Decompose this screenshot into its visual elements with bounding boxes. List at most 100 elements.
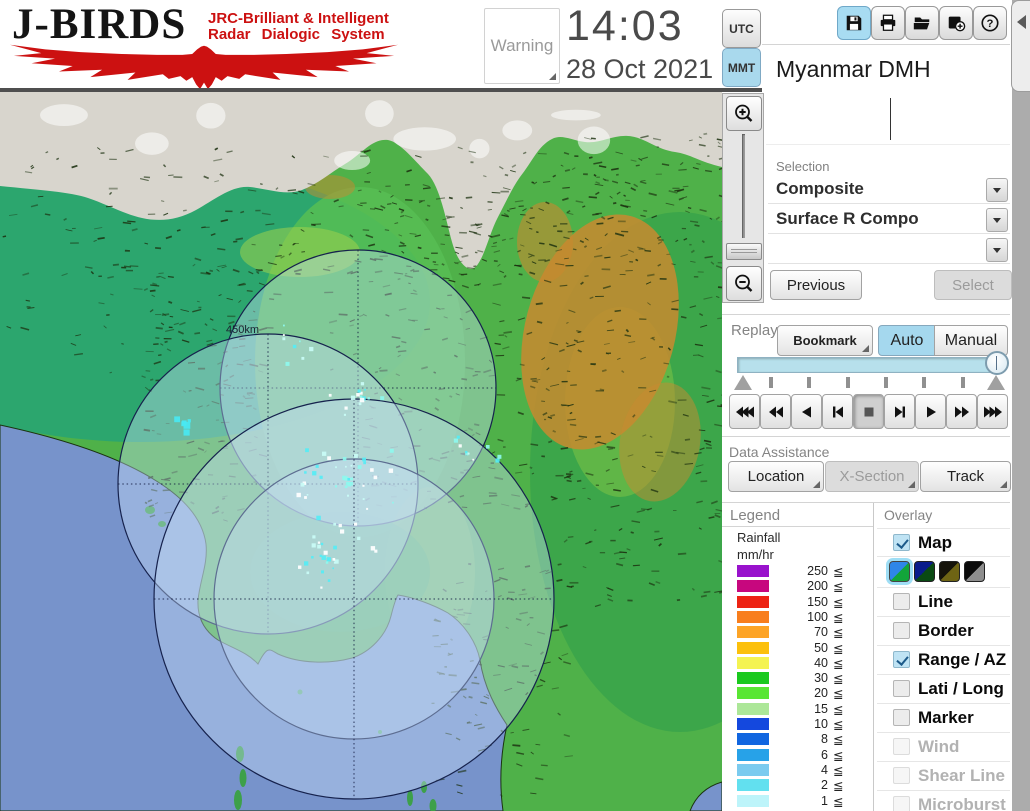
playback-fast-forward-button[interactable]	[946, 394, 977, 429]
zoom-in-button[interactable]	[726, 96, 762, 131]
legend-lte-symbol: ≦	[833, 565, 844, 579]
open-file-button[interactable]	[905, 6, 939, 40]
overlay-item-line[interactable]: Line	[877, 587, 1010, 617]
playback-jump-to-end-button[interactable]	[977, 394, 1008, 429]
select-button[interactable]: Select	[934, 270, 1012, 300]
map-style-black-gray[interactable]	[964, 561, 985, 582]
range-az-checkbox[interactable]	[893, 651, 910, 668]
playback-step-backward-button[interactable]	[822, 394, 853, 429]
legend-lte-symbol: ≦	[833, 611, 844, 625]
dropdown-product-option[interactable]	[768, 236, 1010, 264]
map-zoom-control	[722, 93, 764, 303]
overlay-item-label: Border	[918, 621, 974, 640]
utc-timezone-button[interactable]: UTC	[722, 9, 761, 48]
location-button[interactable]: Location	[728, 461, 824, 492]
microburst-checkbox[interactable]	[893, 796, 910, 811]
legend-value: 40	[814, 656, 828, 670]
help-icon: ?	[981, 14, 999, 32]
overlay-item-range-az[interactable]: Range / AZ	[877, 645, 1010, 675]
help-button[interactable]: ?	[973, 6, 1007, 40]
map-style-blue-green[interactable]	[889, 561, 910, 582]
overlay-item-label: Marker	[918, 708, 974, 727]
legend-value: 6	[821, 748, 828, 762]
print-button[interactable]	[871, 6, 905, 40]
legend-swatch	[737, 718, 769, 730]
legend-lte-symbol: ≦	[833, 795, 844, 809]
button-label: Location	[747, 468, 805, 485]
wind-checkbox[interactable]	[893, 738, 910, 755]
replay-slider-track[interactable]	[737, 357, 1003, 373]
chevron-down-icon[interactable]	[986, 208, 1008, 232]
previous-button[interactable]: Previous	[770, 270, 862, 300]
slider-tick	[845, 377, 850, 388]
legend-value: 8	[821, 732, 828, 746]
panel-divider	[873, 503, 874, 811]
slider-left-marker[interactable]	[734, 375, 752, 390]
overlay-item-microburst[interactable]: Microburst	[877, 790, 1010, 811]
line-checkbox[interactable]	[893, 593, 910, 610]
button-label: Track	[947, 468, 984, 485]
legend-swatch	[737, 779, 769, 791]
playback-step-forward-button[interactable]	[884, 394, 915, 429]
overlay-item-lati-long[interactable]: Lati / Long	[877, 674, 1010, 704]
chevron-down-icon[interactable]	[986, 178, 1008, 202]
overlay-item-border[interactable]: Border	[877, 616, 1010, 646]
legend-lte-symbol: ≦	[833, 672, 844, 686]
overlay-item-shear-line[interactable]: Shear Line	[877, 761, 1010, 791]
playback-stop-button[interactable]	[853, 394, 884, 429]
border-checkbox[interactable]	[893, 622, 910, 639]
legend-swatch	[737, 657, 769, 669]
chevron-down-icon[interactable]	[986, 238, 1008, 262]
legend-title-2: mm/hr	[737, 547, 774, 562]
legend-value: 200	[807, 579, 828, 593]
map-style-black-olive[interactable]	[939, 561, 960, 582]
marker-checkbox[interactable]	[893, 709, 910, 726]
zoom-out-button[interactable]	[726, 266, 762, 301]
save-button[interactable]	[837, 6, 871, 40]
dropdown-product-type[interactable]: Surface R Compo	[768, 206, 1010, 234]
app-logo-tagline-2: Radar Dialogic System	[208, 26, 385, 43]
overlay-item-wind[interactable]: Wind	[877, 732, 1010, 762]
clock-time: 14:03	[566, 2, 684, 50]
playback-jump-to-start-button[interactable]	[729, 394, 760, 429]
playback-play-forward-button[interactable]	[915, 394, 946, 429]
legend-swatch	[737, 764, 769, 776]
legend-value: 4	[821, 763, 828, 777]
playback-play-backward-button[interactable]	[791, 394, 822, 429]
zoom-slider-handle[interactable]	[726, 243, 762, 260]
zoom-slider-track[interactable]	[742, 134, 745, 238]
previous-label: Previous	[786, 276, 846, 294]
map-checkbox[interactable]	[893, 534, 910, 551]
map-style-selector	[877, 556, 1010, 588]
dropdown-product-category[interactable]: Composite	[768, 176, 1010, 204]
left-icon	[801, 406, 811, 417]
legend-lte-symbol: ≦	[833, 596, 844, 610]
select-label: Select	[952, 276, 994, 294]
legend-swatch	[737, 703, 769, 715]
bookmark-button[interactable]: Bookmark	[777, 325, 873, 356]
overlay-item-marker[interactable]: Marker	[877, 703, 1010, 733]
playback-fast-rewind-button[interactable]	[760, 394, 791, 429]
panel-collapse-tab[interactable]	[1011, 0, 1030, 92]
map-viewport[interactable]: 450km	[0, 92, 830, 811]
lati-long-checkbox[interactable]	[893, 680, 910, 697]
mmt-timezone-button[interactable]: MMT	[722, 48, 761, 87]
warning-button[interactable]: Warning	[484, 8, 560, 84]
stop-icon	[864, 407, 873, 416]
open-folder-icon	[913, 17, 930, 30]
overlay-item-map[interactable]: Map	[877, 528, 1010, 558]
shear-line-checkbox[interactable]	[893, 767, 910, 784]
x-section-button[interactable]: X-Section	[825, 461, 919, 492]
slider-right-marker[interactable]	[987, 375, 1005, 390]
rew2-icon	[768, 406, 783, 417]
overlay-item-label: Shear Line	[918, 766, 1005, 785]
zoom-in-icon	[735, 104, 753, 122]
ff2-icon	[954, 406, 969, 417]
replay-auto-button[interactable]: Auto	[878, 325, 936, 356]
replay-slider-handle[interactable]	[985, 351, 1009, 375]
panel-scroll-strip[interactable]	[1012, 0, 1030, 811]
track-button[interactable]: Track	[920, 461, 1011, 492]
eagle-logo-icon	[9, 44, 399, 90]
export-image-button[interactable]	[939, 6, 973, 40]
map-style-navy-darkgreen[interactable]	[914, 561, 935, 582]
